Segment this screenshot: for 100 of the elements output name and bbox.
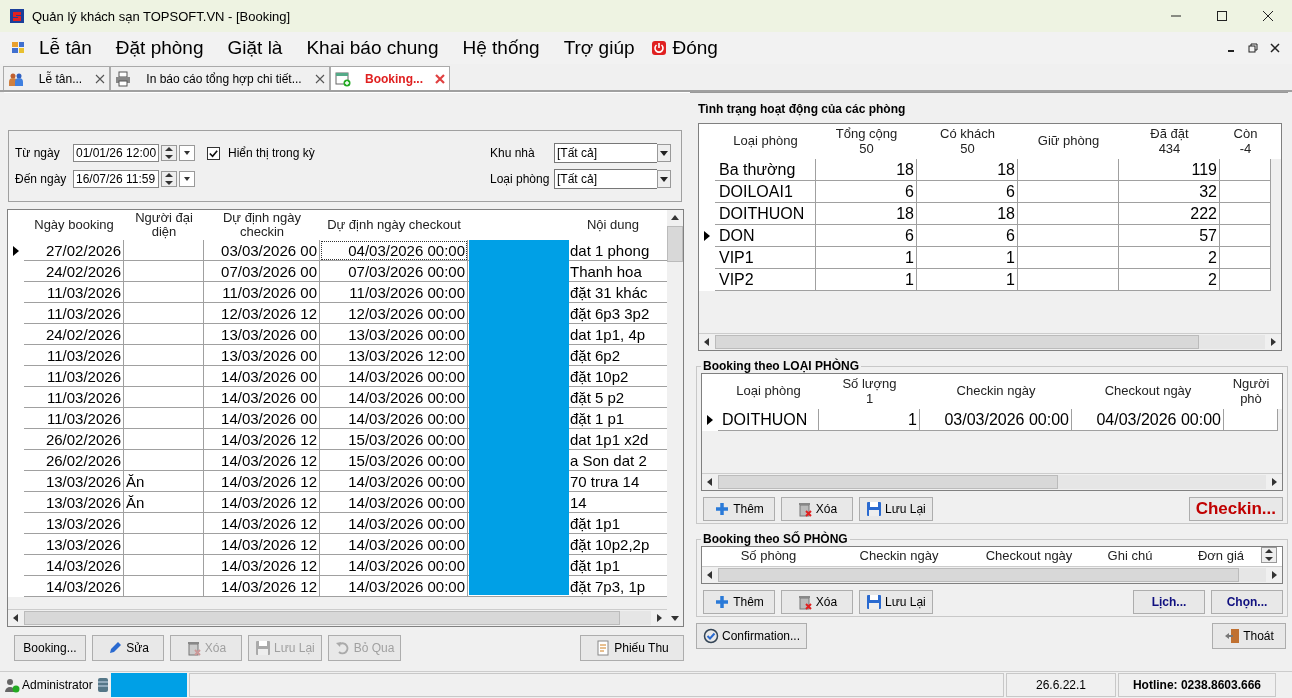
table-cell: 14/03/2026: [24, 576, 124, 597]
link-button[interactable]: Chọn...: [1211, 590, 1283, 614]
close-icon[interactable]: [95, 73, 105, 84]
column-header[interactable]: Ghi chú: [1079, 547, 1181, 566]
close-icon[interactable]: [315, 73, 325, 84]
column-header[interactable]: Ngày booking: [24, 210, 124, 240]
table-cell: 14/03/2026 00: [204, 366, 320, 387]
column-header[interactable]: Người đại diện: [124, 210, 204, 240]
save-button[interactable]: Lưu Lại: [859, 590, 933, 614]
table-cell: 1: [819, 409, 920, 431]
column-header[interactable]: Đã đặt 434: [1119, 124, 1220, 159]
menu-item[interactable]: Khai báo chung: [306, 37, 439, 59]
column-header[interactable]: Checkin ngày: [920, 374, 1072, 409]
scrollbar-thumb[interactable]: [667, 226, 683, 262]
receipt-button[interactable]: Phiếu Thu: [580, 635, 684, 661]
from-date-field[interactable]: 01/01/26 12:00: [73, 144, 159, 162]
table-cell: 12/03/2026 12: [204, 303, 320, 324]
tab[interactable]: Booking...: [330, 66, 450, 90]
column-header[interactable]: Loại phòng: [718, 374, 819, 409]
table-cell: 6: [917, 225, 1018, 247]
table-cell: 2: [1119, 247, 1220, 269]
table-cell: DOITHUON: [715, 203, 816, 225]
table-cell: 26/02/2026: [24, 450, 124, 471]
menu-item[interactable]: Giặt là: [227, 37, 283, 59]
tab[interactable]: In báo cáo tổng hợp chi tiết...: [110, 66, 330, 90]
exit-button[interactable]: Thoát: [1212, 623, 1286, 649]
column-header[interactable]: Số lượng 1: [819, 374, 920, 409]
table-cell: 14/03/2026 12: [204, 429, 320, 450]
close-icon[interactable]: [1262, 10, 1274, 22]
power-icon[interactable]: [650, 40, 667, 56]
menu-item[interactable]: Đặt phòng: [115, 37, 204, 59]
column-header[interactable]: Đơn giá: [1181, 547, 1261, 566]
close-menu-item[interactable]: Đóng: [672, 37, 718, 59]
check-circle-icon: [703, 628, 719, 644]
spinner-icon[interactable]: [161, 145, 177, 161]
column-header[interactable]: Giữ phòng: [1018, 124, 1119, 159]
spinner-icon[interactable]: [1261, 547, 1277, 563]
column-header[interactable]: Checkout ngày: [1072, 374, 1224, 409]
column-header[interactable]: Dự định ngày checkout: [320, 210, 468, 240]
spinner-icon[interactable]: [161, 171, 177, 187]
add-button[interactable]: Thêm: [703, 497, 775, 521]
document-icon: [595, 640, 612, 656]
close-icon[interactable]: [1270, 43, 1280, 53]
plus-icon: [714, 501, 731, 517]
horizontal-scrollbar[interactable]: [8, 609, 667, 626]
column-header[interactable]: Còn -4: [1220, 124, 1271, 159]
group-title: Booking theo SỐ PHÒNG: [702, 532, 849, 546]
save-button[interactable]: Lưu Lại: [859, 497, 933, 521]
horizontal-scrollbar[interactable]: [702, 566, 1282, 583]
table-cell: 04/03/2026 00:00: [1072, 409, 1224, 431]
restore-icon[interactable]: [1248, 43, 1258, 53]
tab[interactable]: Lễ tân...: [3, 66, 110, 90]
trash-icon: [796, 594, 813, 610]
table-cell: 1: [816, 247, 917, 269]
window-grid-icon[interactable]: [10, 40, 26, 56]
confirmation-button[interactable]: Confirmation...: [696, 623, 808, 649]
menu-item[interactable]: Lễ tân: [39, 37, 92, 59]
column-header[interactable]: Dự định ngày checkin: [204, 210, 320, 240]
menu-item[interactable]: Trợ giúp: [563, 37, 635, 59]
table-cell: 24/02/2026: [24, 324, 124, 345]
current-row-icon: [703, 230, 711, 242]
table-cell: 11/03/2026 00: [204, 282, 320, 303]
column-header[interactable]: Tổng cộng 50: [816, 124, 917, 159]
column-header[interactable]: Có khách 50: [917, 124, 1018, 159]
show-in-period-checkbox[interactable]: [207, 146, 220, 160]
table-cell: 14/03/2026 00:00: [320, 534, 468, 555]
horizontal-scrollbar[interactable]: [702, 473, 1282, 490]
table-cell: 13/03/2026 12:00: [320, 345, 468, 366]
add-button[interactable]: Thêm: [703, 590, 775, 614]
room-type-dropdown[interactable]: [Tất cả]: [554, 169, 657, 189]
horizontal-scrollbar[interactable]: [699, 333, 1281, 350]
column-header[interactable]: Số phòng: [718, 547, 819, 566]
table-cell: 1: [816, 269, 917, 291]
column-header[interactable]: Nội dung: [468, 210, 668, 240]
table-cell: 14/03/2026 12: [204, 513, 320, 534]
table-cell: 14/03/2026 00:00: [320, 366, 468, 387]
column-header[interactable]: Checkin ngày: [819, 547, 979, 566]
checkin-button[interactable]: Checkin...: [1188, 497, 1283, 521]
table-cell: 18: [816, 203, 917, 225]
delete-button[interactable]: Xóa: [781, 590, 853, 614]
table-cell: 14/03/2026 12: [204, 450, 320, 471]
building-dropdown[interactable]: [Tất cả]: [554, 143, 657, 163]
table-cell: 6: [816, 181, 917, 203]
table-cell: VIP1: [715, 247, 816, 269]
booking-button[interactable]: Booking...: [14, 635, 86, 661]
table-cell: 57: [1119, 225, 1220, 247]
database-icon: [96, 677, 109, 693]
menu-item[interactable]: Hệ thống: [462, 37, 540, 59]
to-date-field[interactable]: 16/07/26 11:59: [73, 170, 159, 188]
table-cell: Ba thường: [715, 159, 816, 181]
maximize-icon[interactable]: [1216, 10, 1228, 22]
section-title: Tình trạng hoạt động của các phòng: [698, 102, 907, 116]
column-header[interactable]: Người phò: [1224, 374, 1278, 409]
link-button[interactable]: Lịch...: [1133, 590, 1205, 614]
printer-icon: [115, 70, 131, 87]
edit-button[interactable]: Sửa: [92, 635, 164, 661]
column-header[interactable]: Loại phòng: [715, 124, 816, 159]
table-cell: 14/03/2026 12: [204, 576, 320, 597]
column-header[interactable]: Checkout ngày: [979, 547, 1079, 566]
delete-button[interactable]: Xóa: [781, 497, 853, 521]
